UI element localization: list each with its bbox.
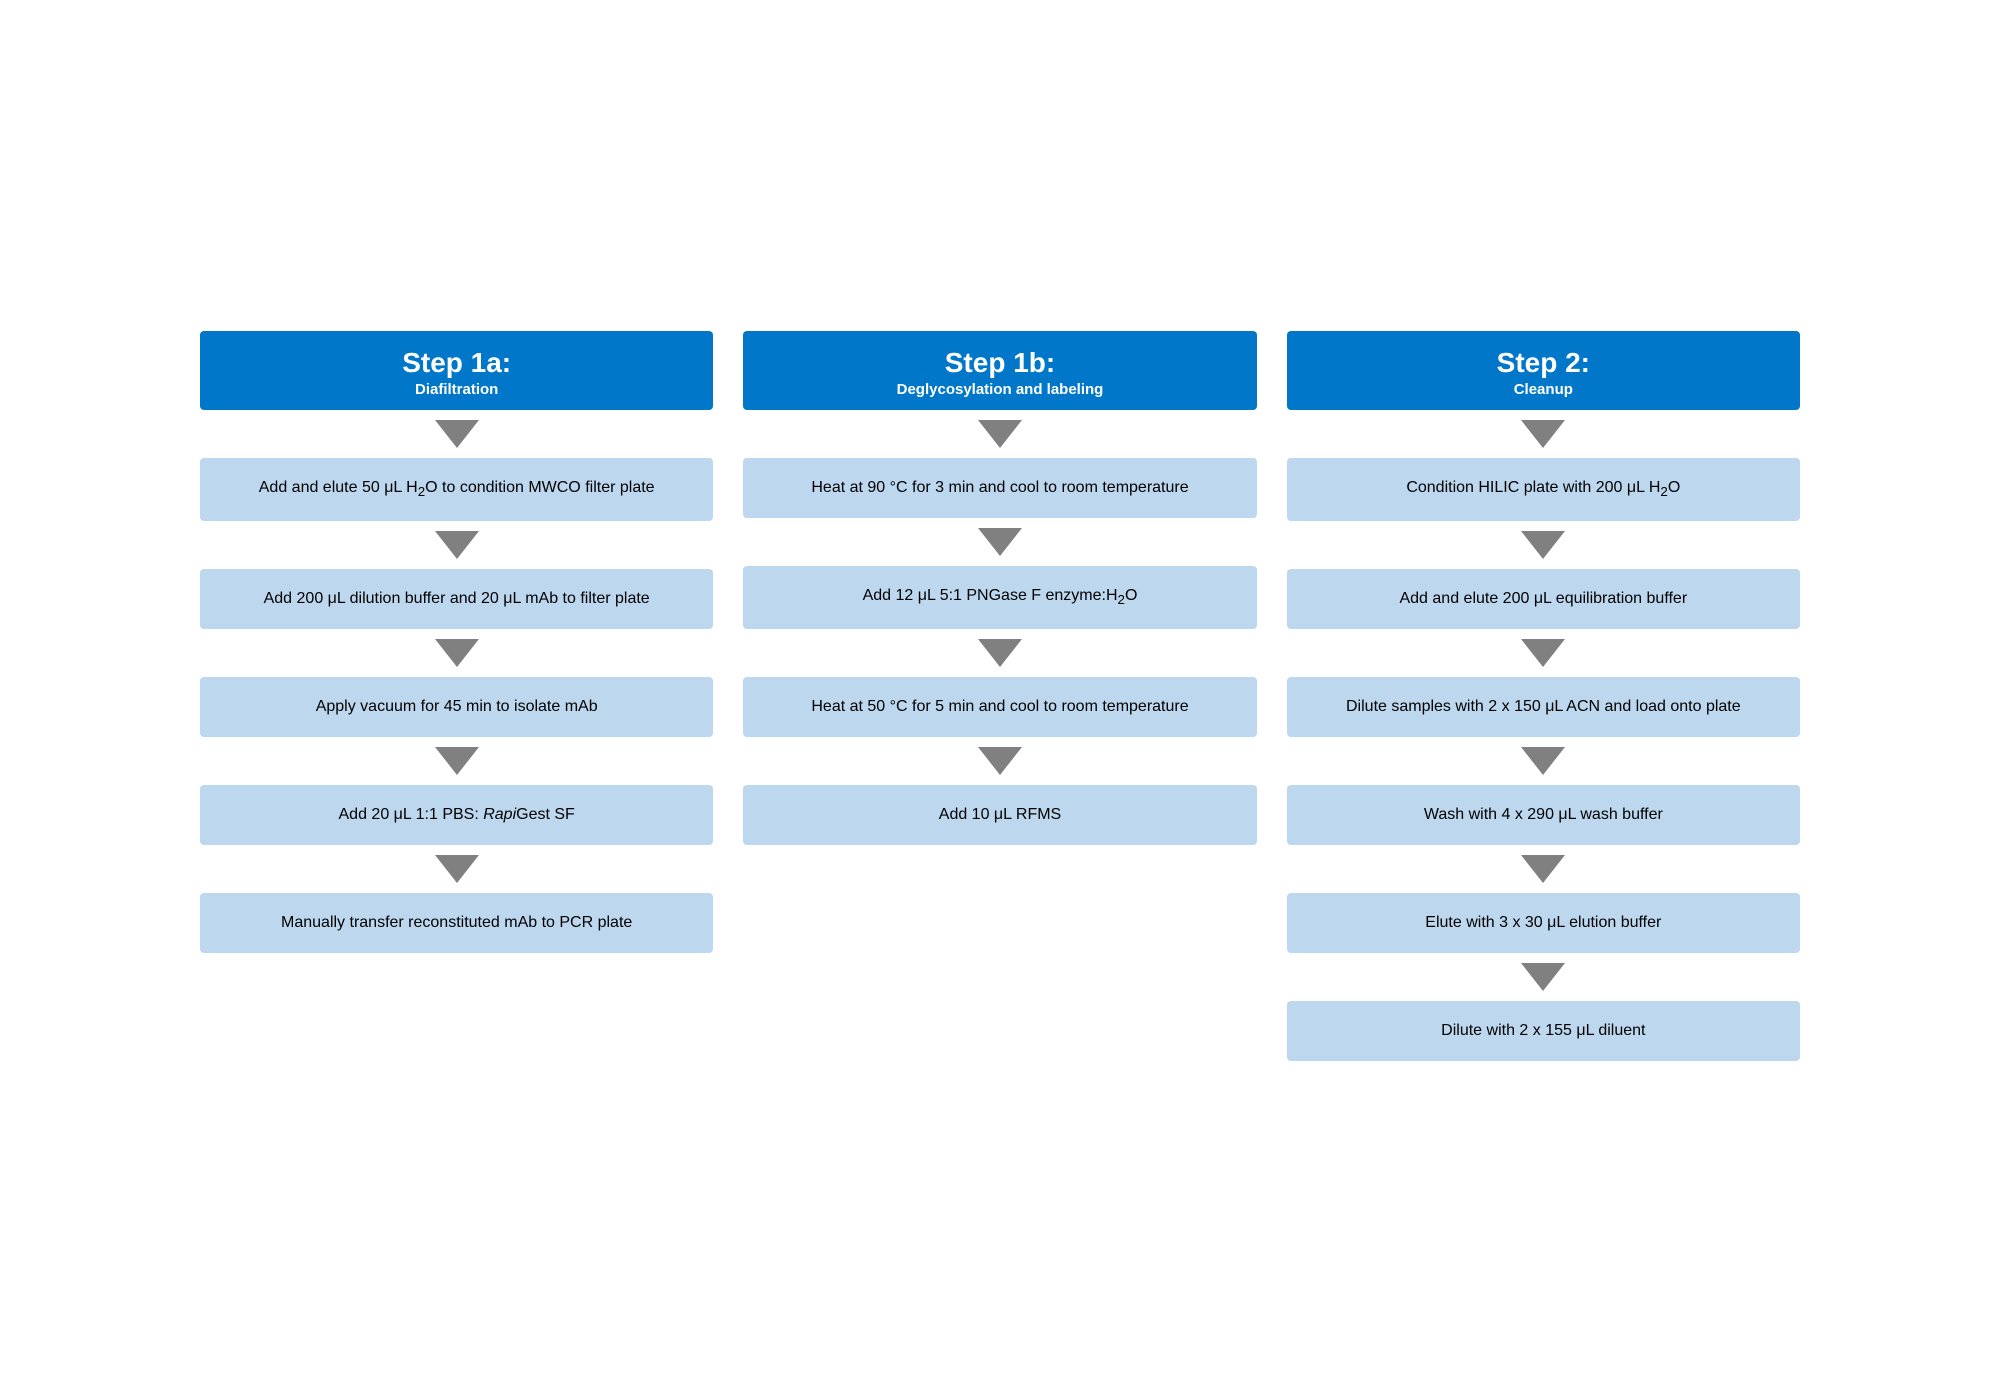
- step1a-title: Step 1a:: [210, 347, 703, 379]
- workflow-container: Step 1a: Diafiltration Add and elute 50 …: [200, 331, 1800, 1060]
- arrow-1b-4: [978, 747, 1022, 775]
- step1b-box3: Heat at 50 °C for 5 min and cool to room…: [743, 677, 1256, 737]
- arrow-1a-3: [435, 639, 479, 667]
- arrow-1b-1: [978, 420, 1022, 448]
- step2-box3: Dilute samples with 2 x 150 μL ACN and l…: [1287, 677, 1800, 737]
- arrow-2-2: [1521, 531, 1565, 559]
- arrow-1a-1: [435, 420, 479, 448]
- arrow-2-1: [1521, 420, 1565, 448]
- step2-title: Step 2:: [1297, 347, 1790, 379]
- step1b-header: Step 1b: Deglycosylation and labeling: [743, 331, 1256, 410]
- step2-box1: Condition HILIC plate with 200 μL H2O: [1287, 458, 1800, 520]
- column-step1b: Step 1b: Deglycosylation and labeling He…: [743, 331, 1256, 844]
- step1a-box2: Add 200 μL dilution buffer and 20 μL mAb…: [200, 569, 713, 629]
- arrow-1a-5: [435, 855, 479, 883]
- step1a-box5: Manually transfer reconstituted mAb to P…: [200, 893, 713, 953]
- arrow-1b-2: [978, 528, 1022, 556]
- arrow-2-6: [1521, 963, 1565, 991]
- step2-subtitle: Cleanup: [1297, 381, 1790, 398]
- arrow-1a-4: [435, 747, 479, 775]
- step2-box2: Add and elute 200 μL equilibration buffe…: [1287, 569, 1800, 629]
- column-step1a: Step 1a: Diafiltration Add and elute 50 …: [200, 331, 713, 952]
- arrow-2-3: [1521, 639, 1565, 667]
- step1a-box1: Add and elute 50 μL H2O to condition MWC…: [200, 458, 713, 520]
- step2-box6: Dilute with 2 x 155 μL diluent: [1287, 1001, 1800, 1061]
- step2-header: Step 2: Cleanup: [1287, 331, 1800, 410]
- step2-box5: Elute with 3 x 30 μL elution buffer: [1287, 893, 1800, 953]
- step1b-box1: Heat at 90 °C for 3 min and cool to room…: [743, 458, 1256, 518]
- arrow-2-5: [1521, 855, 1565, 883]
- step1a-header: Step 1a: Diafiltration: [200, 331, 713, 410]
- step1a-subtitle: Diafiltration: [210, 381, 703, 398]
- arrow-1a-2: [435, 531, 479, 559]
- step1a-box3: Apply vacuum for 45 min to isolate mAb: [200, 677, 713, 737]
- step1b-title: Step 1b:: [753, 347, 1246, 379]
- step1b-box4: Add 10 μL RFMS: [743, 785, 1256, 845]
- column-step2: Step 2: Cleanup Condition HILIC plate wi…: [1287, 331, 1800, 1060]
- step2-box4: Wash with 4 x 290 μL wash buffer: [1287, 785, 1800, 845]
- step1b-box2: Add 12 μL 5:1 PNGase F enzyme:H2O: [743, 566, 1256, 628]
- arrow-2-4: [1521, 747, 1565, 775]
- arrow-1b-3: [978, 639, 1022, 667]
- step1a-box4: Add 20 μL 1:1 PBS: RapiGest SF: [200, 785, 713, 845]
- step1b-subtitle: Deglycosylation and labeling: [753, 381, 1246, 398]
